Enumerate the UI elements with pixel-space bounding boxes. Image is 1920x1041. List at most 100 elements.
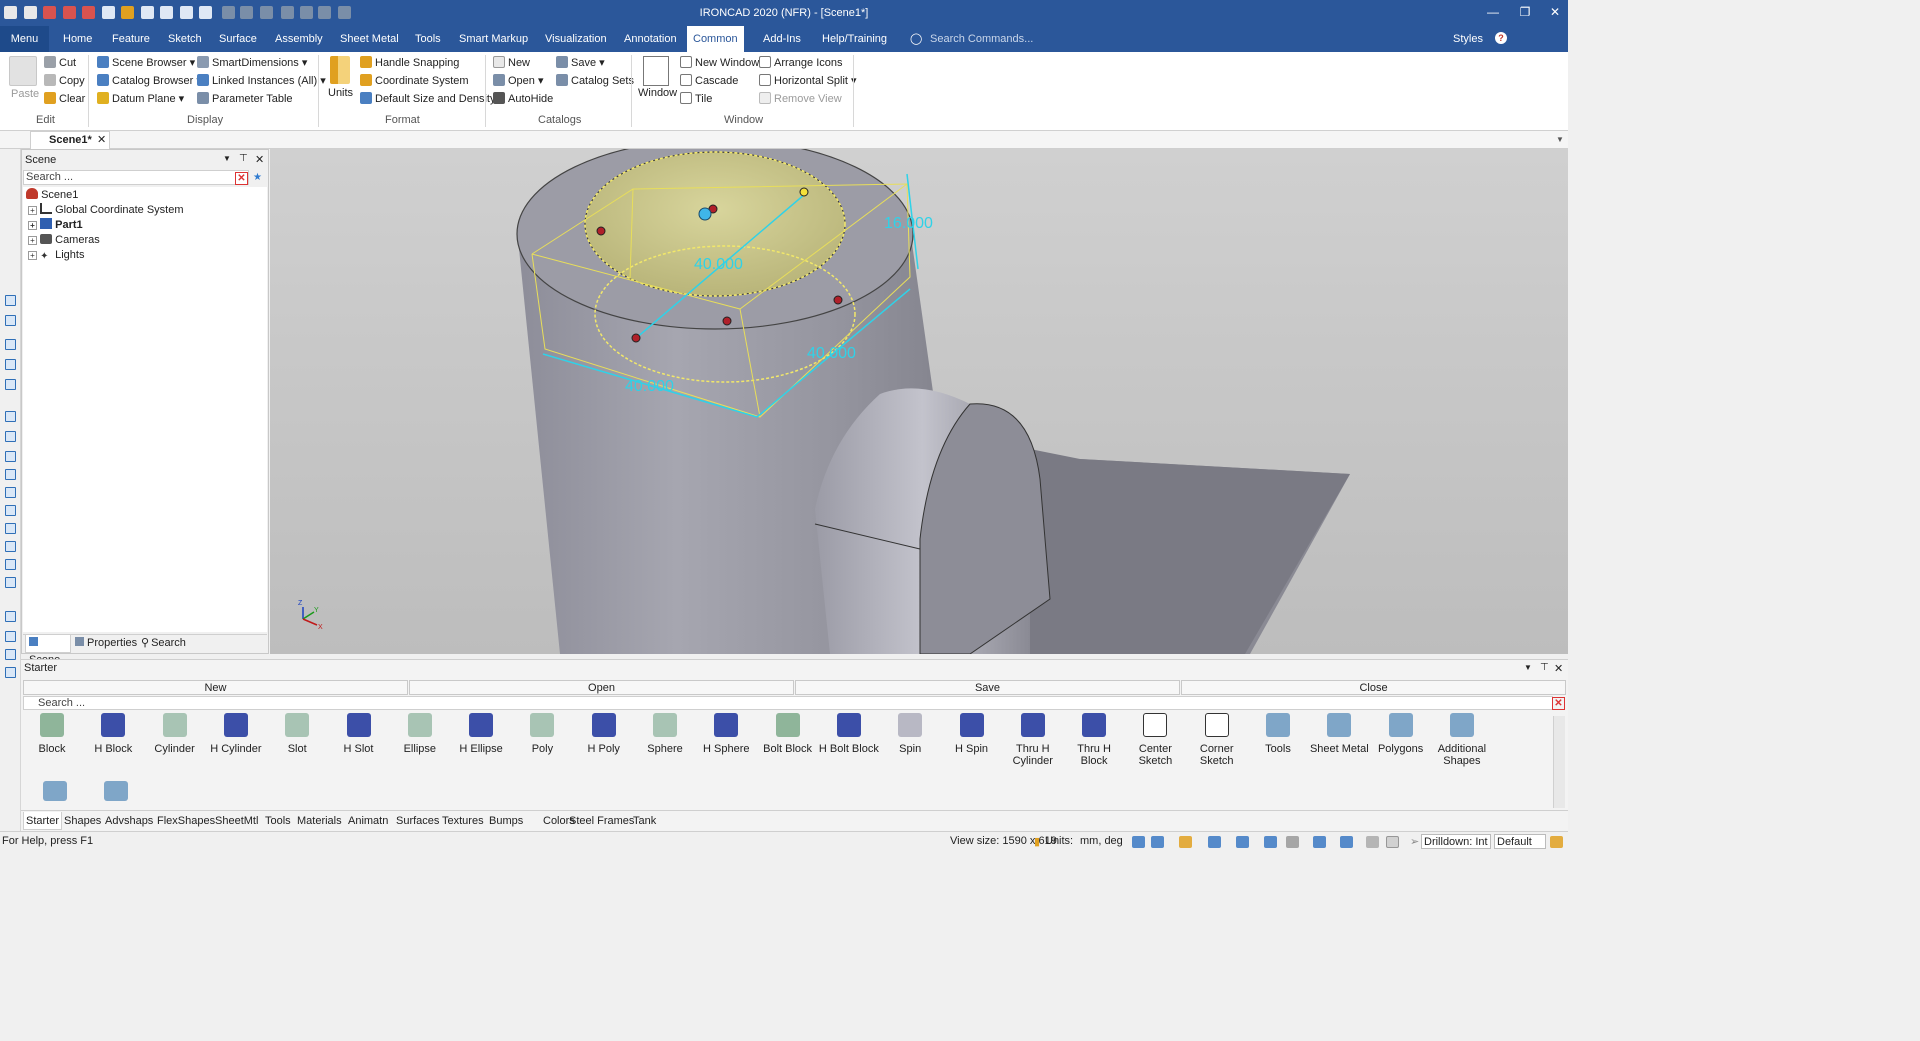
tree-item-lights[interactable]: + ✦ Lights [28, 248, 84, 263]
tree-item-global-coordinate-system[interactable]: + Global Coordinate System [28, 203, 184, 218]
handle-point[interactable] [833, 295, 843, 305]
catalog-tab-sheetmtl[interactable]: SheetMtl [213, 812, 260, 830]
3d-viewport[interactable]: 40.000 40.000 40.000 16.000 Z Y X [270, 149, 1568, 654]
tab-scene[interactable]: Scene [25, 635, 71, 666]
close-window-button[interactable]: ✕ [1540, 2, 1570, 22]
zoom-icon[interactable] [1132, 836, 1145, 848]
copy-button[interactable]: Copy [59, 75, 85, 87]
tree-item-scene1[interactable]: Scene1 [26, 188, 78, 203]
cut-button[interactable]: Cut [59, 57, 76, 69]
save-catalog-button[interactable]: Save [571, 57, 596, 69]
catalog-tab-flexshapes[interactable]: FlexShapes [155, 812, 217, 830]
view-cube-icon[interactable] [1208, 836, 1221, 848]
dimension-value-1[interactable]: 40.000 [694, 256, 743, 273]
tile-button[interactable]: Tile [695, 93, 712, 105]
left-tool-icon[interactable] [5, 451, 16, 462]
display-mode-icon[interactable] [1340, 836, 1353, 848]
left-tool-icon[interactable] [5, 339, 16, 350]
left-tool-icon[interactable] [5, 505, 16, 516]
tree-item-part1[interactable]: + Part1 [28, 218, 83, 233]
tab-search[interactable]: ⚲ Search [141, 635, 186, 653]
chevron-down-icon[interactable]: ▼ [1556, 135, 1564, 144]
clear-button[interactable]: Clear [59, 93, 85, 105]
open-catalog-button[interactable]: Open [508, 75, 535, 87]
catalog-item-corner-sketch[interactable]: Corner Sketch [1187, 713, 1247, 767]
handle-point[interactable] [722, 316, 732, 326]
catalog-sets-button[interactable]: Catalog Sets [571, 75, 634, 87]
tab-sheet-metal[interactable]: Sheet Metal [334, 26, 405, 52]
catalog-tab-steel-frames[interactable]: Steel Frames [567, 812, 636, 830]
tab-properties[interactable]: Properties [75, 635, 137, 653]
left-tool-icon[interactable] [5, 631, 16, 642]
tab-feature[interactable]: Feature [106, 26, 156, 52]
smart-dimensions-button[interactable]: SmartDimensions [212, 57, 299, 69]
restore-button[interactable]: ❐ [1510, 2, 1540, 22]
save-catalog-tab-button[interactable]: Save [795, 680, 1180, 695]
catalog-item-tools[interactable]: Tools [1248, 713, 1308, 755]
catalog-item-ellipse[interactable]: Ellipse [390, 713, 450, 755]
tab-sketch[interactable]: Sketch [162, 26, 208, 52]
left-tool-icon[interactable] [5, 379, 16, 390]
settings-icon[interactable] [1550, 836, 1563, 848]
catalog-item-spin[interactable]: Spin [880, 713, 940, 755]
catalog-item-cylinder[interactable]: Cylinder [145, 713, 205, 755]
tab-visualization[interactable]: Visualization [539, 26, 613, 52]
catalog-item-h-spin[interactable]: H Spin [942, 713, 1002, 755]
left-tool-icon[interactable] [5, 431, 16, 442]
coordinate-system-button[interactable]: Coordinate System [375, 75, 469, 87]
left-tool-icon[interactable] [5, 411, 16, 422]
catalog-item-h-block[interactable]: H Block [83, 713, 143, 755]
filter-icon[interactable]: ★ [253, 172, 262, 183]
left-tool-icon[interactable] [5, 649, 16, 660]
close-icon[interactable]: ✕ [97, 132, 106, 149]
tab-help-training[interactable]: Help/Training [816, 26, 893, 52]
handle-point[interactable] [631, 333, 641, 343]
catalog-tab-materials[interactable]: Materials [295, 812, 344, 830]
orient-icon[interactable] [1236, 836, 1249, 848]
tree-item-cameras[interactable]: + Cameras [28, 233, 100, 248]
new-catalog-button[interactable]: New [508, 57, 530, 69]
lock-icon[interactable] [1366, 836, 1379, 848]
close-catalog-tab-button[interactable]: Close [1181, 680, 1566, 695]
close-icon[interactable]: ✕ [255, 153, 264, 166]
default-select[interactable]: Default [1494, 834, 1546, 849]
dimension-value-2[interactable]: 40.000 [807, 345, 856, 362]
left-tool-icon[interactable] [5, 541, 16, 552]
catalog-tab-textures[interactable]: Textures [440, 812, 486, 830]
catalog-item-h-sphere[interactable]: H Sphere [696, 713, 756, 755]
new-catalog-tab-button[interactable]: New [23, 680, 408, 695]
minimize-button[interactable]: — [1478, 2, 1508, 22]
tab-surface[interactable]: Surface [213, 26, 263, 52]
datum-plane-button[interactable]: Datum Plane [112, 93, 176, 105]
paste-button[interactable]: Paste [11, 86, 39, 102]
default-size-button[interactable]: Default Size and Density [375, 93, 495, 105]
catalog-item-thru-h-cylinder[interactable]: Thru H Cylinder [1003, 713, 1063, 767]
dimension-value-3[interactable]: 40.000 [625, 378, 674, 395]
left-tool-icon[interactable] [5, 315, 16, 326]
catalog-item-poly[interactable]: Poly [512, 713, 572, 755]
expand-icon[interactable]: + [28, 250, 37, 260]
menu-button[interactable]: Menu [0, 26, 49, 52]
left-tool-icon[interactable] [5, 577, 16, 588]
left-tool-icon[interactable] [5, 359, 16, 370]
tab-tools[interactable]: Tools [409, 26, 447, 52]
arrange-icons-button[interactable]: Arrange Icons [774, 57, 842, 69]
tab-assembly[interactable]: Assembly [269, 26, 329, 52]
expand-icon[interactable]: + [28, 235, 37, 245]
visibility-icon[interactable] [1286, 836, 1299, 848]
catalog-tab-shapes[interactable]: Shapes [62, 812, 103, 830]
tab-smart-markup[interactable]: Smart Markup [453, 26, 534, 52]
expand-icon[interactable]: + [28, 205, 37, 215]
styles-dropdown[interactable]: Styles [1453, 33, 1483, 45]
catalog-item-bolt-block[interactable]: Bolt Block [758, 713, 818, 755]
catalog-item-slot[interactable]: Slot [267, 713, 327, 755]
chevron-down-icon[interactable]: ▼ [223, 154, 231, 163]
clear-search-icon[interactable]: ✕ [235, 172, 248, 185]
new-window-button[interactable]: New Window [695, 57, 759, 69]
catalog-item-block[interactable]: Block [22, 713, 82, 755]
remove-view-button[interactable]: Remove View [774, 93, 842, 105]
settings-folder-icon[interactable] [104, 781, 128, 801]
catalog-item-center-sketch[interactable]: Center Sketch [1125, 713, 1185, 767]
catalog-item-sheet-metal[interactable]: Sheet Metal [1309, 713, 1369, 755]
render-icon[interactable] [1313, 836, 1326, 848]
